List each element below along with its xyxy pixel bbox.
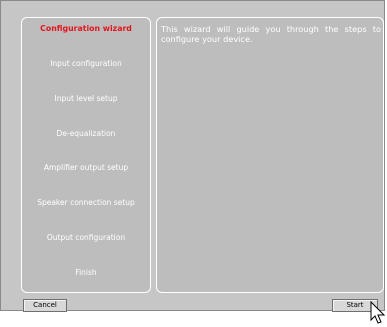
step-input-level-setup[interactable]: Input level setup <box>22 94 150 103</box>
wizard-description: This wizard will guide you through the s… <box>161 24 381 44</box>
wizard-steps-panel: Configuration wizard Input configuration… <box>21 17 151 293</box>
wizard-content-panel: This wizard will guide you through the s… <box>156 17 384 293</box>
step-output-configuration[interactable]: Output configuration <box>22 233 150 242</box>
step-amplifier-output-setup[interactable]: Amplifier output setup <box>22 163 150 172</box>
step-configuration-wizard[interactable]: Configuration wizard <box>22 24 150 33</box>
mouse-pointer-icon <box>370 301 386 324</box>
configuration-wizard-dialog: Configuration wizard Input configuration… <box>0 0 385 312</box>
step-speaker-connection-setup[interactable]: Speaker connection setup <box>22 198 150 207</box>
cancel-button[interactable]: Cancel <box>23 299 67 312</box>
step-de-equalization[interactable]: De-equalization <box>22 129 150 138</box>
step-input-configuration[interactable]: Input configuration <box>22 59 150 68</box>
step-finish[interactable]: Finish <box>22 268 150 277</box>
